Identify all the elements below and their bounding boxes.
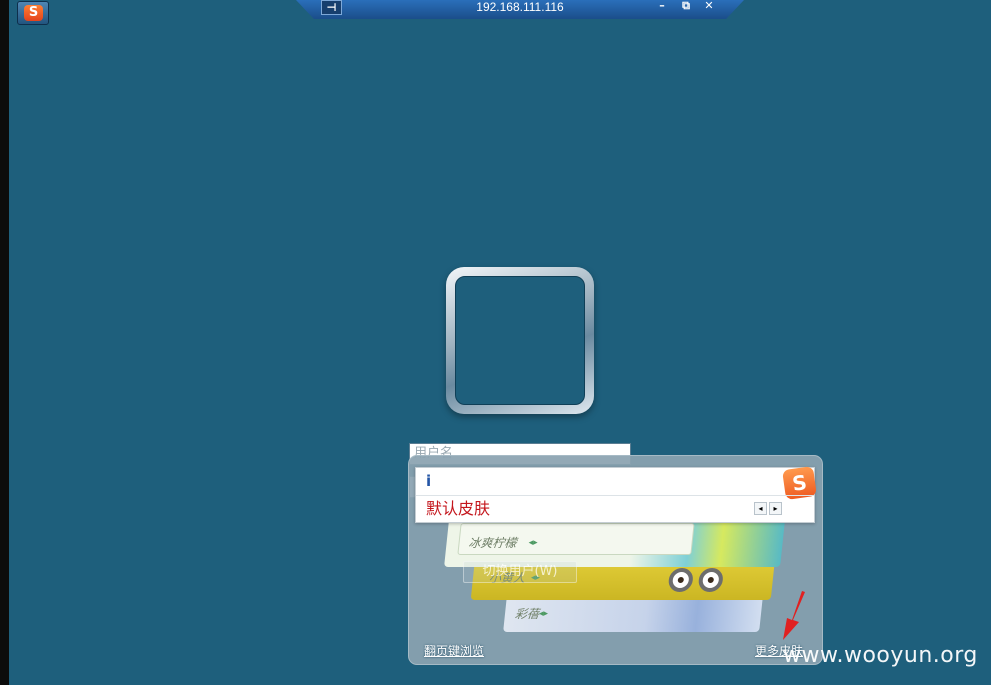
ime-composition-text: i xyxy=(426,472,432,490)
sogou-icon: S xyxy=(24,5,43,21)
sogou-tray-button[interactable]: S xyxy=(17,1,49,25)
arrow-shape xyxy=(783,591,805,640)
goggle-icon xyxy=(667,568,695,592)
skin-card-label: 彩蓓 xyxy=(514,607,540,621)
left-edge-strip xyxy=(0,0,9,685)
close-button[interactable]: ✕ xyxy=(701,0,717,12)
switch-user-button[interactable]: 切换用户(W) xyxy=(463,561,577,583)
skin-card-label: 冰爽柠檬 xyxy=(467,536,518,550)
page-browse-hint: 翻页键浏览 xyxy=(424,644,485,658)
ime-candidate-window: i S 默认皮肤 ◂ ▸ xyxy=(415,465,817,523)
restore-button[interactable]: ⧉ xyxy=(678,0,694,12)
skin-card-caibei[interactable]: 彩蓓 ◂▸ xyxy=(503,596,763,632)
user-avatar-frame xyxy=(446,267,594,414)
card-arrows-icon: ◂▸ xyxy=(538,609,549,619)
card-arrows-icon: ◂▸ xyxy=(528,538,539,548)
watermark: www.wooyun.org xyxy=(783,643,978,668)
red-arrow-annotation xyxy=(783,591,805,640)
ime-candidate[interactable]: 默认皮肤 xyxy=(426,499,490,519)
minimize-button[interactable]: – xyxy=(654,0,670,12)
rdp-host-title: 192.168.111.116 xyxy=(476,0,564,14)
next-page-icon[interactable]: ▸ xyxy=(769,502,782,515)
prev-page-icon[interactable]: ◂ xyxy=(754,502,767,515)
pin-icon[interactable]: ⊣ xyxy=(321,0,342,15)
goggle-icon xyxy=(697,568,725,592)
avatar xyxy=(455,276,585,405)
divider xyxy=(416,495,814,496)
